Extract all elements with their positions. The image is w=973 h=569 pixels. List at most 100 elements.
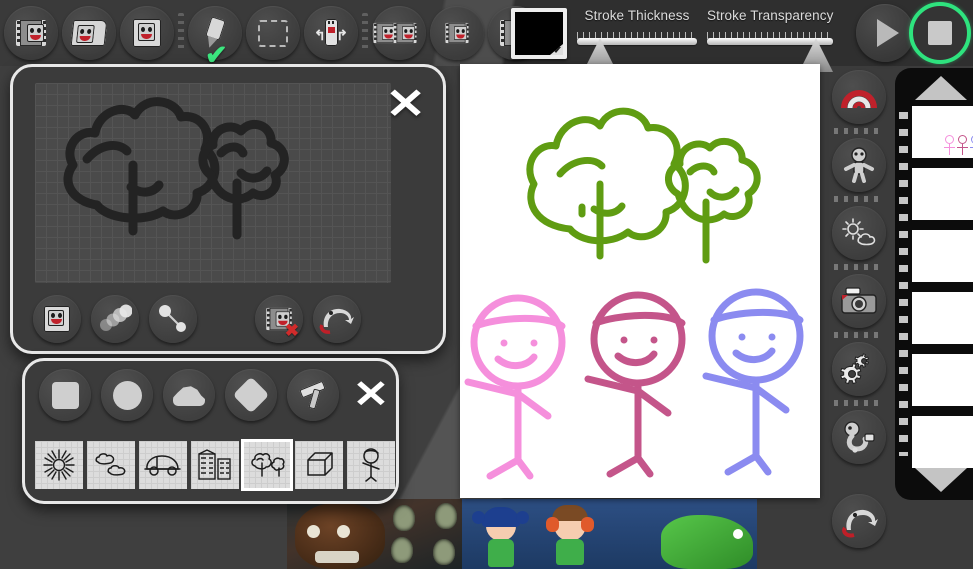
stamp-trees[interactable]: [243, 441, 291, 489]
figure-rose: [588, 295, 682, 474]
stop-icon: [928, 21, 952, 45]
node-edit-button[interactable]: [149, 295, 197, 343]
filmstrip-frame-1[interactable]: 1: [912, 106, 973, 158]
marquee-icon: [258, 20, 288, 47]
filmstrip-scroll-down[interactable]: [915, 468, 967, 492]
open-movie-button[interactable]: [62, 6, 116, 60]
preview-close-button[interactable]: ✕: [385, 89, 425, 118]
new-movie-button[interactable]: [4, 6, 58, 60]
tree-large: [530, 111, 685, 256]
sidebar-item-character[interactable]: [832, 138, 886, 192]
insert-frame-icon-2: [393, 23, 416, 43]
sun-icon: [41, 447, 77, 483]
stamp-cube[interactable]: [295, 441, 343, 489]
stroke-color-button[interactable]: [511, 8, 567, 59]
color-swatch: [515, 12, 563, 55]
sidebar-divider: [834, 264, 884, 270]
filmstrip-frame-2[interactable]: 2: [912, 168, 973, 220]
character-icon: [842, 147, 876, 183]
stamp-tool-button[interactable]: [287, 369, 339, 421]
sidebar-divider: [834, 332, 884, 338]
stick-figure-icon: [356, 447, 386, 483]
toolbar-divider: [362, 13, 368, 53]
sidebar-item-camera[interactable]: [832, 274, 886, 328]
tool-buttons-group: ✔ ↰ ↱: [0, 0, 542, 66]
brush-diamond-button[interactable]: [225, 369, 277, 421]
onion-skin-dots-icon: [98, 304, 132, 334]
ad-banner[interactable]: [287, 499, 757, 569]
figure-purple: [706, 292, 800, 472]
brush-square-button[interactable]: [39, 369, 91, 421]
play-button[interactable]: [856, 4, 914, 62]
duplicate-frame-button[interactable]: [430, 6, 484, 60]
duplicate-frame-icon: [445, 23, 468, 43]
ad-horror-game[interactable]: [287, 499, 462, 569]
hammer-icon: [298, 380, 328, 410]
stamp-clouds[interactable]: [87, 441, 135, 489]
disk-robot-icon: [133, 19, 161, 47]
ad-boy-art: [540, 503, 600, 569]
brush-circle-button[interactable]: [101, 369, 153, 421]
stamp-person[interactable]: [347, 441, 395, 489]
diamond-icon: [233, 377, 270, 414]
sidebar-divider: [834, 128, 884, 134]
select-tool-button[interactable]: [246, 6, 300, 60]
undo-button[interactable]: [313, 295, 361, 343]
frame-thumbnail: [944, 135, 973, 155]
pen-tool-button[interactable]: ✔: [188, 6, 242, 60]
play-icon: [877, 19, 899, 47]
stroke-transparency-track[interactable]: [707, 36, 833, 46]
filmstrip-frame-3[interactable]: 3: [912, 230, 973, 282]
ad-dino-art: [661, 515, 753, 569]
sidebar-item-magnet[interactable]: [832, 410, 886, 464]
delete-stamp-button[interactable]: ✖: [255, 295, 303, 343]
sidebar-divider: [834, 196, 884, 202]
figure-pink: [468, 298, 562, 476]
sidebar-tools: [828, 70, 890, 548]
sidebar-item-undo[interactable]: [832, 494, 886, 548]
blob-icon: [173, 384, 205, 406]
ad-girl-art: [474, 507, 530, 569]
stamp-buildings[interactable]: [191, 441, 239, 489]
filmstrip-frame-6[interactable]: 6: [912, 416, 973, 468]
stroke-thickness-label: Stroke Thickness: [577, 8, 697, 23]
stamp-save-button[interactable]: [33, 295, 81, 343]
stop-button[interactable]: [909, 2, 971, 64]
stroke-transparency-slider[interactable]: Stroke Transparency: [707, 8, 833, 46]
stamp-disk-icon: [44, 306, 70, 332]
gears-icon: [840, 352, 878, 386]
sidebar-divider: [834, 400, 884, 406]
undo-dog-icon: [318, 303, 356, 335]
preview-screen[interactable]: [35, 83, 391, 283]
stamp-car[interactable]: [139, 441, 187, 489]
filmstrip-frame-4[interactable]: 4: [912, 292, 973, 344]
palette-close-button[interactable]: ✕: [353, 382, 390, 409]
save-movie-button[interactable]: [120, 6, 174, 60]
stroke-thickness-slider[interactable]: Stroke Thickness: [577, 8, 697, 46]
onion-skin-button[interactable]: [91, 295, 139, 343]
clouds-icon: [92, 449, 130, 481]
rotate-character-button[interactable]: ↰ ↱: [304, 6, 358, 60]
filmstrip-frame-5[interactable]: 5: [912, 354, 973, 406]
ad-mask-art: [391, 537, 413, 563]
shape-palette-panel: ✕: [22, 358, 399, 504]
sun-cloud-icon: [840, 217, 878, 249]
ad-kids-game[interactable]: [462, 499, 757, 569]
slider-bar: [577, 38, 697, 45]
red-x-icon: ✖: [285, 322, 299, 339]
sidebar-item-settings[interactable]: [832, 342, 886, 396]
stroke-thickness-track[interactable]: [577, 36, 697, 46]
canvas-artwork: [460, 64, 820, 498]
tree-small: [668, 141, 757, 260]
stamp-sun[interactable]: [35, 441, 83, 489]
insert-frame-button[interactable]: [372, 6, 426, 60]
filmstrip-scroll-up[interactable]: [915, 76, 967, 100]
buildings-icon: [196, 448, 234, 482]
brush-blob-button[interactable]: [163, 369, 215, 421]
circle-icon: [113, 381, 142, 410]
sidebar-item-weather[interactable]: [832, 206, 886, 260]
sidebar-item-rainbow[interactable]: [832, 70, 886, 124]
drawing-canvas[interactable]: [460, 64, 820, 498]
ad-bear-art: [295, 503, 385, 569]
app-root: ✔ ↰ ↱: [0, 0, 973, 569]
